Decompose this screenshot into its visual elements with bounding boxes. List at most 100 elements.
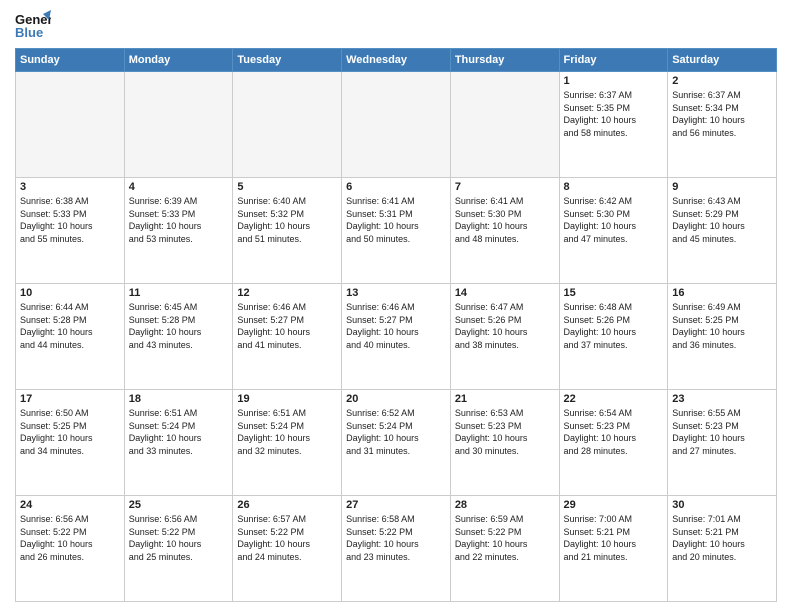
calendar-cell: 14 Sunrise: 6:47 AM Sunset: 5:26 PM Dayli… [450, 284, 559, 390]
logo: General Blue [15, 10, 51, 40]
calendar-cell: 15 Sunrise: 6:48 AM Sunset: 5:26 PM Dayli… [559, 284, 668, 390]
day-number: 10 [20, 287, 120, 299]
day-info: Sunrise: 6:58 AM Sunset: 5:22 PM Dayligh… [346, 513, 446, 563]
day-info: Sunrise: 6:40 AM Sunset: 5:32 PM Dayligh… [237, 195, 337, 245]
day-info: Sunrise: 6:56 AM Sunset: 5:22 PM Dayligh… [129, 513, 229, 563]
day-number: 3 [20, 181, 120, 193]
weekday-header-sunday: Sunday [16, 49, 125, 72]
calendar-cell: 22 Sunrise: 6:54 AM Sunset: 5:23 PM Dayli… [559, 390, 668, 496]
day-info: Sunrise: 7:00 AM Sunset: 5:21 PM Dayligh… [564, 513, 664, 563]
day-info: Sunrise: 6:54 AM Sunset: 5:23 PM Dayligh… [564, 407, 664, 457]
day-info: Sunrise: 6:42 AM Sunset: 5:30 PM Dayligh… [564, 195, 664, 245]
calendar-cell: 13Sunrise: 6:46 AM Sunset: 5:27 PM Dayli… [342, 284, 451, 390]
day-number: 29 [564, 499, 664, 511]
day-number: 11 [129, 287, 229, 299]
calendar-cell: 2Sunrise: 6:37 AM Sunset: 5:34 PM Daylig… [668, 72, 777, 178]
day-number: 9 [672, 181, 772, 193]
calendar-week-2: 3Sunrise: 6:38 AM Sunset: 5:33 PM Daylig… [16, 178, 777, 284]
day-info: Sunrise: 6:46 AM Sunset: 5:27 PM Dayligh… [237, 301, 337, 351]
calendar-cell: 3Sunrise: 6:38 AM Sunset: 5:33 PM Daylig… [16, 178, 125, 284]
calendar-cell: 30 Sunrise: 7:01 AM Sunset: 5:21 PM Dayli… [668, 496, 777, 602]
calendar-cell: 4 Sunrise: 6:39 AM Sunset: 5:33 PM Daylig… [124, 178, 233, 284]
day-number: 16 [672, 287, 772, 299]
day-number: 20 [346, 393, 446, 405]
day-number: 19 [237, 393, 337, 405]
day-info: Sunrise: 6:43 AM Sunset: 5:29 PM Dayligh… [672, 195, 772, 245]
calendar-cell: 29 Sunrise: 7:00 AM Sunset: 5:21 PM Dayli… [559, 496, 668, 602]
day-info: Sunrise: 6:41 AM Sunset: 5:31 PM Dayligh… [346, 195, 446, 245]
day-info: Sunrise: 6:41 AM Sunset: 5:30 PM Dayligh… [455, 195, 555, 245]
weekday-header-thursday: Thursday [450, 49, 559, 72]
day-number: 12 [237, 287, 337, 299]
day-number: 5 [237, 181, 337, 193]
weekday-header-tuesday: Tuesday [233, 49, 342, 72]
day-number: 15 [564, 287, 664, 299]
calendar-cell: 10Sunrise: 6:44 AM Sunset: 5:28 PM Dayli… [16, 284, 125, 390]
calendar-cell: 19Sunrise: 6:51 AM Sunset: 5:24 PM Dayli… [233, 390, 342, 496]
calendar-cell: 12 Sunrise: 6:46 AM Sunset: 5:27 PM Dayli… [233, 284, 342, 390]
weekday-header-friday: Friday [559, 49, 668, 72]
day-number: 21 [455, 393, 555, 405]
day-number: 7 [455, 181, 555, 193]
calendar-cell: 8 Sunrise: 6:42 AM Sunset: 5:30 PM Daylig… [559, 178, 668, 284]
calendar-week-5: 24 Sunrise: 6:56 AM Sunset: 5:22 PM Dayli… [16, 496, 777, 602]
day-info: Sunrise: 6:53 AM Sunset: 5:23 PM Dayligh… [455, 407, 555, 457]
day-number: 14 [455, 287, 555, 299]
calendar-cell: 9 Sunrise: 6:43 AM Sunset: 5:29 PM Daylig… [668, 178, 777, 284]
day-number: 17 [20, 393, 120, 405]
svg-text:Blue: Blue [15, 25, 43, 40]
day-number: 27 [346, 499, 446, 511]
calendar-cell: 26 Sunrise: 6:57 AM Sunset: 5:22 PM Dayli… [233, 496, 342, 602]
day-number: 18 [129, 393, 229, 405]
calendar-cell: 21 Sunrise: 6:53 AM Sunset: 5:23 PM Dayli… [450, 390, 559, 496]
calendar-cell: 25 Sunrise: 6:56 AM Sunset: 5:22 PM Dayli… [124, 496, 233, 602]
calendar-week-1: 1Sunrise: 6:37 AM Sunset: 5:35 PM Daylig… [16, 72, 777, 178]
day-info: Sunrise: 6:48 AM Sunset: 5:26 PM Dayligh… [564, 301, 664, 351]
day-number: 25 [129, 499, 229, 511]
day-number: 24 [20, 499, 120, 511]
day-number: 6 [346, 181, 446, 193]
calendar-cell [124, 72, 233, 178]
calendar-cell: 7 Sunrise: 6:41 AM Sunset: 5:30 PM Daylig… [450, 178, 559, 284]
day-number: 2 [672, 75, 772, 87]
weekday-header-saturday: Saturday [668, 49, 777, 72]
calendar-cell: 17Sunrise: 6:50 AM Sunset: 5:25 PM Dayli… [16, 390, 125, 496]
day-number: 4 [129, 181, 229, 193]
calendar-cell: 5 Sunrise: 6:40 AM Sunset: 5:32 PM Daylig… [233, 178, 342, 284]
day-info: Sunrise: 6:55 AM Sunset: 5:23 PM Dayligh… [672, 407, 772, 457]
day-info: Sunrise: 6:59 AM Sunset: 5:22 PM Dayligh… [455, 513, 555, 563]
weekday-header-monday: Monday [124, 49, 233, 72]
day-info: Sunrise: 6:47 AM Sunset: 5:26 PM Dayligh… [455, 301, 555, 351]
day-info: Sunrise: 6:56 AM Sunset: 5:22 PM Dayligh… [20, 513, 120, 563]
weekday-header-wednesday: Wednesday [342, 49, 451, 72]
logo-icon: General Blue [15, 10, 51, 40]
calendar-cell: 23 Sunrise: 6:55 AM Sunset: 5:23 PM Dayli… [668, 390, 777, 496]
calendar-cell: 28 Sunrise: 6:59 AM Sunset: 5:22 PM Dayli… [450, 496, 559, 602]
page: General Blue SundayMondayTuesdayWednesda… [0, 0, 792, 612]
day-number: 1 [564, 75, 664, 87]
day-info: Sunrise: 6:49 AM Sunset: 5:25 PM Dayligh… [672, 301, 772, 351]
day-number: 23 [672, 393, 772, 405]
day-number: 28 [455, 499, 555, 511]
calendar-cell: 24 Sunrise: 6:56 AM Sunset: 5:22 PM Dayli… [16, 496, 125, 602]
day-number: 30 [672, 499, 772, 511]
day-info: Sunrise: 6:45 AM Sunset: 5:28 PM Dayligh… [129, 301, 229, 351]
calendar-cell: 27 Sunrise: 6:58 AM Sunset: 5:22 PM Dayli… [342, 496, 451, 602]
calendar-week-3: 10Sunrise: 6:44 AM Sunset: 5:28 PM Dayli… [16, 284, 777, 390]
calendar-cell [16, 72, 125, 178]
day-number: 22 [564, 393, 664, 405]
day-info: Sunrise: 6:46 AM Sunset: 5:27 PM Dayligh… [346, 301, 446, 351]
weekday-header-row: SundayMondayTuesdayWednesdayThursdayFrid… [16, 49, 777, 72]
day-info: Sunrise: 6:39 AM Sunset: 5:33 PM Dayligh… [129, 195, 229, 245]
day-number: 26 [237, 499, 337, 511]
calendar-cell: 16 Sunrise: 6:49 AM Sunset: 5:25 PM Dayli… [668, 284, 777, 390]
day-info: Sunrise: 6:57 AM Sunset: 5:22 PM Dayligh… [237, 513, 337, 563]
day-info: Sunrise: 6:51 AM Sunset: 5:24 PM Dayligh… [129, 407, 229, 457]
calendar-cell: 20Sunrise: 6:52 AM Sunset: 5:24 PM Dayli… [342, 390, 451, 496]
calendar-cell: 6 Sunrise: 6:41 AM Sunset: 5:31 PM Daylig… [342, 178, 451, 284]
day-info: Sunrise: 7:01 AM Sunset: 5:21 PM Dayligh… [672, 513, 772, 563]
calendar-table: SundayMondayTuesdayWednesdayThursdayFrid… [15, 48, 777, 602]
day-number: 8 [564, 181, 664, 193]
calendar-cell: 18 Sunrise: 6:51 AM Sunset: 5:24 PM Dayli… [124, 390, 233, 496]
header: General Blue [15, 10, 777, 40]
